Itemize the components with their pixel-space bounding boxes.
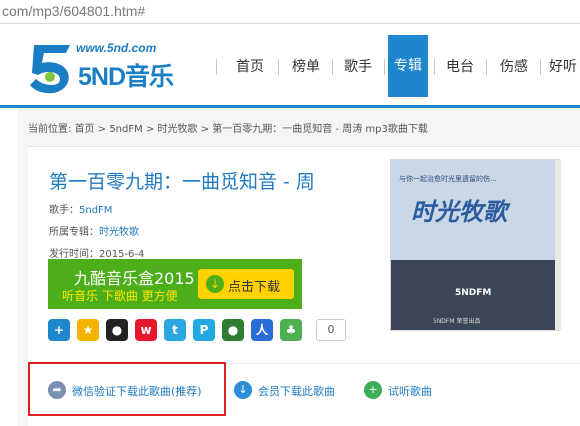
site-header: www.5nd.com 5ND音乐 首页 榜单 歌手 专辑 电台 伤感 好听 [0, 25, 580, 105]
nav-sad[interactable]: 伤感 [492, 47, 536, 87]
breadcrumb-channel[interactable]: 5ndFM [109, 124, 142, 135]
nav-albums[interactable]: 专辑 [388, 35, 428, 97]
breadcrumb-separator: > [145, 124, 158, 135]
qq-icon[interactable]: ● [106, 319, 128, 341]
cover-fm-logo: 5NDFM [455, 288, 492, 298]
cover-title: 时光牧歌 [411, 198, 507, 226]
breadcrumb-album[interactable]: 时光牧歌 [158, 124, 198, 135]
breadcrumb-current: 第一百零九期：一曲觅知音 - 周涛 mp3歌曲下载 [212, 124, 428, 135]
weibo-icon[interactable]: w [135, 319, 157, 341]
member-download-button[interactable]: ↓ 会员下载此歌曲 [234, 377, 352, 403]
nav-separator [434, 59, 435, 75]
ad-subtitle: 听音乐 下歌曲 更方便 [62, 289, 178, 303]
song-title: 第一百零九期：一曲觅知音 - 周 [49, 171, 315, 193]
qzone-icon[interactable]: ★ [77, 319, 99, 341]
kaixin-icon[interactable]: ♣ [280, 319, 302, 341]
member-download-label: 会员下载此歌曲 [258, 385, 335, 398]
nav-home[interactable]: 首页 [228, 47, 272, 87]
cover-art: 与你一起治愈时光里遗留的伤... 时光牧歌 5NDFM 5NDFM 荣誉出品 [391, 160, 555, 330]
album-link[interactable]: 时光牧歌 [99, 227, 139, 238]
download-icon: ↓ [234, 381, 252, 399]
douban-icon[interactable]: ● [222, 319, 244, 341]
nav-charts[interactable]: 榜单 [284, 47, 328, 87]
url-text[interactable]: com/mp3/604801.htm# [2, 3, 145, 19]
download-icon: ↓ [206, 275, 224, 293]
cover-footer: 5NDFM 荣誉出品 [433, 318, 481, 325]
preview-label: 试听歌曲 [388, 385, 432, 398]
release-row: 发行时间：2015-6-4 [49, 245, 144, 260]
nav-radio[interactable]: 电台 [438, 47, 482, 87]
nav-separator [332, 59, 333, 75]
breadcrumb-home[interactable]: 首页 [75, 124, 95, 135]
nav-separator [278, 59, 279, 75]
singer-row: 歌手：5ndFM [49, 201, 112, 216]
share-count: 0 [316, 319, 346, 341]
app-ad-banner[interactable]: 九酷音乐盒2015 听音乐 下歌曲 更方便 ↓ 点击下载 [48, 259, 302, 309]
cover-spine [555, 160, 561, 330]
address-bar[interactable]: com/mp3/604801.htm# [0, 0, 580, 24]
ad-download-button[interactable]: ↓ 点击下载 [198, 269, 294, 299]
album-cover[interactable]: 与你一起治愈时光里遗留的伤... 时光牧歌 5NDFM 5NDFM 荣誉出品 [390, 159, 561, 331]
breadcrumb: 当前位置: 首页 > 5ndFM > 时光牧歌 > 第一百零九期：一曲觅知音 -… [28, 120, 428, 135]
album-row: 所属专辑：时光牧歌 [49, 223, 139, 238]
breadcrumb-separator: > [97, 124, 110, 135]
plus-icon: + [364, 381, 382, 399]
highlight-box [28, 362, 226, 416]
album-label: 所属专辑： [49, 227, 99, 238]
ad-button-label: 点击下载 [228, 280, 281, 295]
nav-separator [384, 59, 385, 75]
singer-label: 歌手： [49, 205, 79, 216]
ad-title: 九酷音乐盒2015 [74, 269, 195, 288]
singer-link[interactable]: 5ndFM [79, 205, 112, 216]
nav-separator [486, 59, 487, 75]
site-logo[interactable]: www.5nd.com 5ND音乐 [30, 35, 180, 97]
nav-separator [216, 59, 217, 75]
nav-separator [540, 59, 541, 75]
renren-icon[interactable]: 人 [251, 319, 273, 341]
cover-caption: 与你一起治愈时光里遗留的伤... [399, 175, 497, 183]
nav-singers[interactable]: 歌手 [336, 47, 380, 87]
breadcrumb-prefix: 当前位置: [28, 124, 72, 135]
logo-brand: 5ND音乐 [78, 63, 174, 91]
baidu-icon[interactable]: P [193, 319, 215, 341]
preview-button[interactable]: + 试听歌曲 [364, 377, 444, 403]
logo-url: www.5nd.com [76, 41, 157, 55]
nav-nice[interactable]: 好听 [546, 47, 580, 87]
plus-icon[interactable]: + [48, 319, 70, 341]
breadcrumb-separator: > [200, 124, 213, 135]
tencent-weibo-icon[interactable]: t [164, 319, 186, 341]
